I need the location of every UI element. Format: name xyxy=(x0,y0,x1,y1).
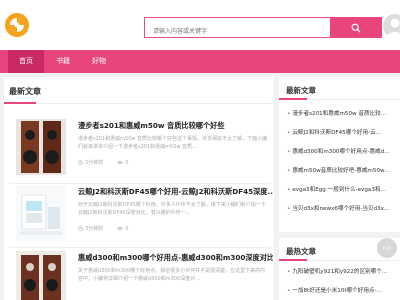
eye-icon xyxy=(117,226,124,231)
sidebar-link[interactable]: 漫步者s201和惠威m50w 音质比较... xyxy=(287,109,400,117)
article-thumbnail[interactable] xyxy=(16,251,66,300)
sidebar-title-latest: 最新文章 xyxy=(286,86,316,95)
sidebar-link[interactable]: evga3和Egg 一般到什么-evga3和... xyxy=(287,185,400,193)
main-panel: 最新文章 漫步者s201和惠威m50w 音质比较哪个好些 漫步者s201和惠威m… xyxy=(4,77,274,300)
search-input[interactable] xyxy=(145,22,330,41)
article-time-text: 3分钟前 xyxy=(85,226,104,232)
article-summary: 关于惠威d300和m300哪个好用点，相信很多小伙伴并不是很清楚，在这里下来的内… xyxy=(78,268,266,282)
article-time-text: 2分钟前 xyxy=(85,160,104,166)
article-divider xyxy=(9,183,271,184)
back-to-top-button[interactable]: ⌃ TOP xyxy=(377,238,397,258)
user-icon[interactable] xyxy=(383,14,400,38)
search-icon xyxy=(351,23,361,32)
sidebar-link[interactable]: 当贝d3x和newx6哪个好用-当贝d3x... xyxy=(287,204,400,212)
section-title: 最新文章 xyxy=(9,87,41,96)
article-views: 0 xyxy=(117,159,128,166)
sidebar-title-hot: 最热文章 xyxy=(286,247,316,256)
article-title[interactable]: 漫步者s201和惠威m50w 音质比较哪个好些 xyxy=(78,121,273,131)
sidebar-link[interactable]: 惠威m50w音质比较好吧-惠威m50w... xyxy=(287,166,400,174)
search-box xyxy=(144,17,330,41)
sidebar-link[interactable]: 一加8t好还是小米10t哪个好用点-... xyxy=(287,286,400,294)
nav-item-goods[interactable]: 好物 xyxy=(82,50,116,73)
sidebar-divider xyxy=(279,98,400,100)
article-views: 0 xyxy=(117,225,128,232)
sidebar-link[interactable]: 惠威d300和m300哪个好用点-惠威d... xyxy=(287,147,400,155)
article-thumbnail[interactable] xyxy=(16,185,66,241)
clock-icon xyxy=(78,226,83,231)
search-button[interactable] xyxy=(330,17,382,38)
article-summary: 漫步者s201和惠威m50w 音质比较哪个好些这个事情，许多朋友不太了解，下面小… xyxy=(78,136,268,150)
sidebar-latest: 最新文章 漫步者s201和惠威m50w 音质比较... 云鲸J2和科沃斯DF45… xyxy=(279,77,400,232)
eye-icon xyxy=(117,160,124,165)
sidebar-link[interactable]: 九阳破壁机y921和y922的区别哪个... xyxy=(287,267,400,275)
article-title[interactable]: 云鲸J2和科沃斯DF45哪个好用-云鲸J2和科沃斯DF45深度... xyxy=(78,187,273,197)
article-views-count: 0 xyxy=(125,159,129,166)
article-title[interactable]: 惠威d300和m300哪个好用点-惠威d300和m300深度对比 xyxy=(78,253,273,263)
article-meta: 2分钟前 0 xyxy=(78,159,128,166)
article-thumbnail[interactable] xyxy=(16,119,66,175)
nav-item-books[interactable]: 书籍 xyxy=(46,50,80,73)
sidebar-divider xyxy=(279,259,400,261)
header xyxy=(0,0,400,50)
nav-item-home[interactable]: 首页 xyxy=(8,50,44,73)
article-time: 3分钟前 xyxy=(78,225,103,232)
article-summary: 对于云鲸J2和科沃斯DF45哪个好用，许多人伙伴不太了解，接下来小编们就介绍一下… xyxy=(78,202,266,216)
article-time: 2分钟前 xyxy=(78,159,103,166)
article-views-count: 0 xyxy=(125,225,129,232)
article-divider xyxy=(9,247,271,248)
logo-icon[interactable] xyxy=(4,12,30,38)
section-divider xyxy=(4,102,274,104)
article-meta: 3分钟前 0 xyxy=(78,225,128,232)
main-nav: 首页 书籍 好物 xyxy=(0,50,400,73)
sidebar-link[interactable]: 云鲸J2和科沃斯DF45哪个好用-云... xyxy=(287,128,400,136)
back-to-top-label: TOP xyxy=(382,247,392,252)
clock-icon xyxy=(78,160,83,165)
